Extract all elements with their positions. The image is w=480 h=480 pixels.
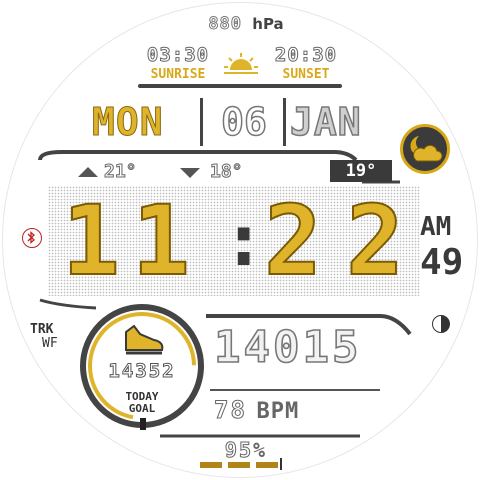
minute-digit-2: 2 [345, 185, 405, 297]
temp-high: 21° [104, 161, 138, 183]
tracker-line-1: TRK [30, 322, 54, 337]
goal-label-2: GOAL [128, 402, 156, 415]
temp-low: 18° [210, 161, 244, 183]
shoe-icon [125, 324, 164, 355]
hour-digit-2: 1 [131, 185, 191, 297]
minute-digit-1: 2 [263, 185, 323, 297]
steps-total: 14015 [213, 321, 362, 374]
battery-unit: % [253, 438, 266, 462]
time-separator: : [222, 198, 266, 282]
battery-segment-1 [200, 462, 222, 468]
battery-segment-3 [256, 462, 278, 468]
moon-phase-icon [432, 315, 450, 333]
heart-rate-value: 78 [214, 396, 247, 425]
ampm-label: AM [420, 212, 452, 242]
battery-end [280, 458, 282, 470]
temp-up-icon [78, 167, 98, 177]
hour-digit-1: 1 [61, 185, 121, 297]
battery-readout: 95% [200, 438, 290, 463]
temp-down-icon [180, 168, 200, 178]
battery-value: 95 [224, 438, 254, 463]
bluetooth-icon [22, 228, 42, 248]
heart-rate-unit: BPM [256, 399, 300, 424]
seconds-value: 49 [420, 242, 464, 283]
battery-bar [200, 458, 282, 470]
temp-current: 19° [330, 160, 392, 182]
steps-count: 14352 [108, 360, 176, 383]
goal-marker [140, 418, 146, 430]
battery-segment-2 [228, 462, 250, 468]
tracker-line-2: WF [42, 336, 58, 351]
heart-rate: 78 BPM [214, 396, 374, 426]
